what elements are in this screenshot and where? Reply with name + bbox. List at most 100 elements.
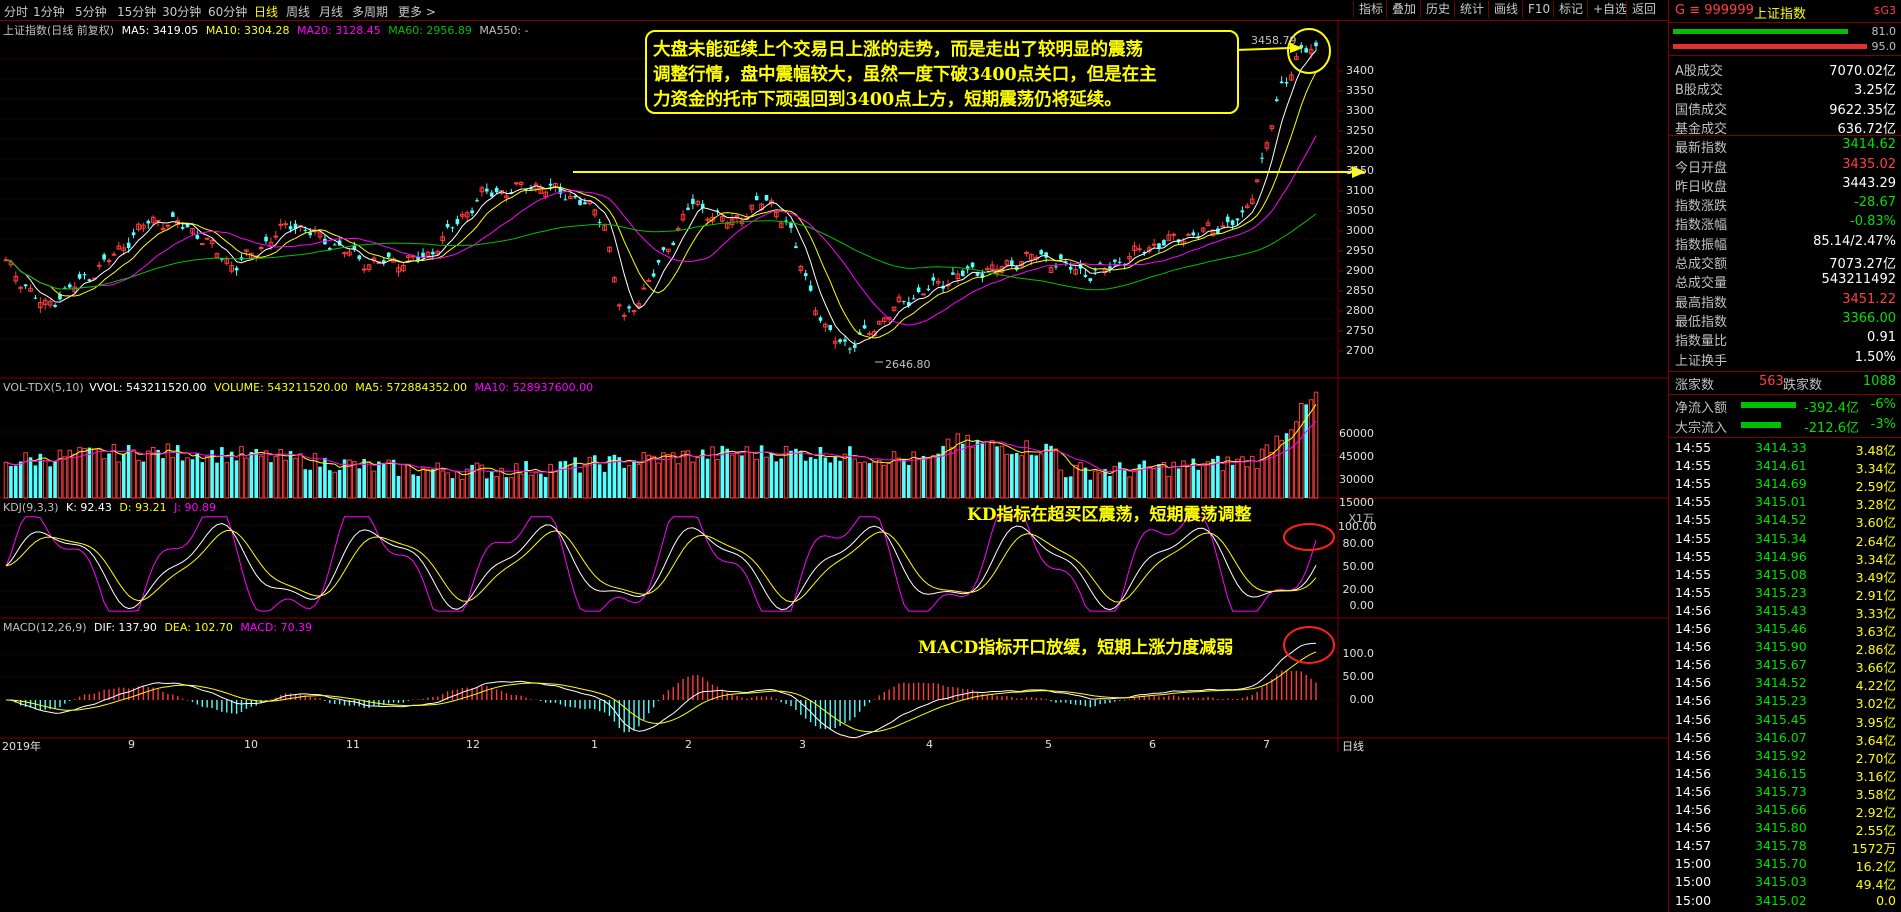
candle-body: [195, 235, 200, 239]
volume-bar: [96, 448, 102, 499]
back-button[interactable]: 返回: [1626, 1, 1661, 18]
draw-line-button[interactable]: 画线: [1488, 1, 1523, 18]
volume-bar: [670, 452, 676, 499]
volume-bar: [1010, 454, 1014, 498]
period-tab-multi[interactable]: 多周期: [352, 3, 388, 20]
volume-bar: [298, 453, 303, 499]
volume-bar: [1284, 433, 1289, 498]
tick-row: 14:56 3415.73 3.58亿: [1671, 784, 1900, 802]
stat-value: 7073.27亿: [1829, 257, 1896, 272]
tick-volume: 1572万: [1851, 841, 1896, 857]
stat-label: 基金成交: [1675, 121, 1728, 137]
period-tab-more[interactable]: 更多 >: [398, 3, 436, 20]
volume-bar: [921, 455, 926, 498]
period-tab-60min[interactable]: 60分钟: [208, 3, 247, 20]
flow-amount: -212.6亿: [1804, 421, 1859, 436]
period-tab-1min[interactable]: 1分钟: [33, 3, 65, 20]
volume-bar: [602, 471, 607, 498]
macd-dif-label: DIF: 137.90: [94, 621, 157, 634]
overlay-button[interactable]: 叠加: [1386, 1, 1421, 18]
main-chart-title: 上证指数(日线 前复权): [3, 24, 115, 37]
macd-annotation: MACD指标开口放缓，短期上涨力度减弱: [918, 638, 1234, 658]
period-tab-5min[interactable]: 5分钟: [75, 3, 107, 20]
tick-row: 14:56 3415.66 2.92亿: [1671, 802, 1900, 820]
tick-row: 14:55 3415.23 2.91亿: [1671, 585, 1900, 603]
volume-bar: [308, 469, 312, 498]
period-tab-fenshi[interactable]: 分时: [4, 3, 28, 20]
volume-bar: [42, 460, 48, 499]
mark-button[interactable]: 标记: [1553, 1, 1588, 18]
candle-body: [361, 268, 367, 271]
vol-ma5-label: MA5: 572884352.00: [355, 381, 467, 394]
volume-bar: [366, 461, 372, 499]
tick-volume: 3.16亿: [1855, 768, 1896, 784]
tick-volume: 3.58亿: [1855, 786, 1896, 802]
volume-bar: [916, 458, 921, 499]
volume-bar: [1196, 469, 1201, 498]
stat-value: -0.83%: [1850, 214, 1896, 230]
period-tab-weekly[interactable]: 周线: [286, 3, 310, 20]
candle-body: [960, 270, 965, 277]
flow-bar: [1741, 422, 1781, 428]
strength-bar-red: [1673, 44, 1867, 49]
volume-bar: [254, 448, 259, 498]
candle-body: [843, 339, 847, 342]
volume-bar: [352, 461, 357, 499]
breadth-row: 涨家数 563 跌家数 1088: [1671, 374, 1900, 393]
tick-volume: 2.64亿: [1855, 533, 1896, 549]
candle-body: [1304, 48, 1308, 53]
stat-row: 国债成交 9622.35亿: [1671, 99, 1900, 118]
volume-bar: [578, 472, 582, 498]
stat-row: 指数涨幅 -0.83%: [1671, 214, 1900, 233]
statistics-button[interactable]: 统计: [1454, 1, 1489, 18]
volume-bar: [965, 434, 970, 499]
volume-bar: [1230, 464, 1235, 498]
tick-volume: 49.4亿: [1855, 877, 1896, 893]
volume-bar: [774, 461, 779, 498]
period-tab-daily[interactable]: 日线: [254, 3, 278, 20]
candle-body: [984, 268, 990, 271]
candle-body: [1235, 218, 1240, 221]
volume-bar: [420, 467, 426, 499]
volume-bar: [72, 453, 77, 499]
f10-button[interactable]: F10: [1522, 1, 1555, 18]
volume-bar: [980, 443, 985, 498]
volume-tick: 30000: [1339, 473, 1374, 486]
volume-bar: [725, 448, 730, 498]
volume-bar: [440, 470, 445, 499]
tick-time: 14:55: [1675, 566, 1712, 582]
volume-bar: [504, 477, 509, 498]
strength-value-2: 95.0: [1871, 40, 1897, 53]
volume-bar: [455, 471, 460, 499]
candle-body: [1054, 266, 1058, 268]
kline-chart-area[interactable]: [0, 20, 1668, 912]
tick-time: 14:56: [1675, 621, 1712, 636]
tick-row: 14:56 3415.80 2.55亿: [1671, 820, 1900, 838]
stat-value: 7070.02亿: [1829, 64, 1896, 79]
period-tab-15min[interactable]: 15分钟: [117, 3, 156, 20]
volume-bar: [877, 459, 882, 499]
tick-time: 15:00: [1675, 856, 1712, 872]
tick-row: 14:56 3415.92 2.70亿: [1671, 748, 1900, 766]
history-button[interactable]: 历史: [1420, 1, 1455, 18]
flow-pct: -3%: [1870, 417, 1896, 432]
period-toolbar: 分时 1分钟 5分钟 15分钟 30分钟 60分钟 日线 周线 月线 多周期 更…: [0, 0, 1901, 21]
tick-price: 3415.23: [1755, 584, 1807, 600]
daily-label[interactable]: 日线: [1342, 738, 1364, 754]
volume-bar: [57, 449, 63, 499]
period-tab-monthly[interactable]: 月线: [319, 3, 343, 20]
volume-bar: [995, 446, 999, 498]
candle-body: [1162, 240, 1166, 246]
volume-bar: [729, 454, 735, 499]
ma60-label: MA60: 2956.89: [388, 24, 472, 37]
strength-value-1: 81.0: [1871, 25, 1897, 38]
candle-body: [386, 252, 391, 258]
volume-bar: [386, 459, 391, 499]
candle-body: [675, 227, 681, 230]
candle-body: [234, 267, 239, 271]
tick-price: 3415.43: [1755, 602, 1807, 618]
kdj-title: KDJ(9,3,3): [3, 501, 59, 514]
period-tab-30min[interactable]: 30分钟: [162, 3, 201, 20]
tick-row: 15:00 3415.03 49.4亿: [1671, 874, 1900, 892]
candle-body: [921, 293, 926, 296]
